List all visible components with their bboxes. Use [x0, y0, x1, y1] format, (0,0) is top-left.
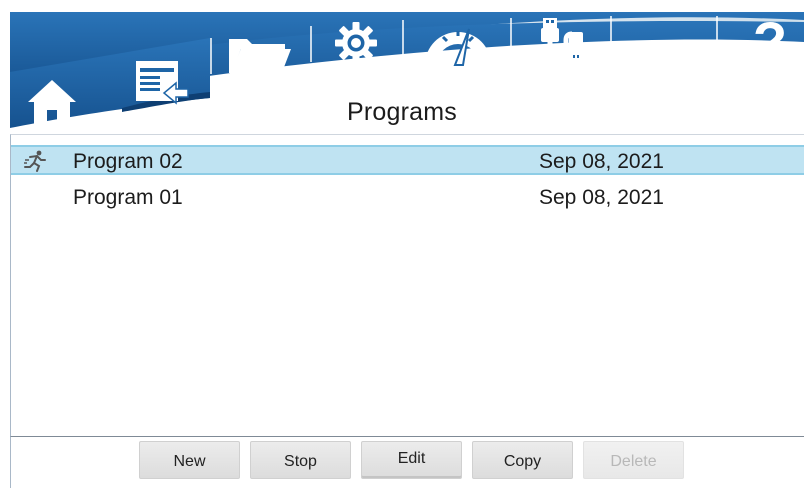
- gauge-button[interactable]: [418, 16, 498, 72]
- toolbar-divider: [310, 26, 312, 62]
- gear-icon: [335, 22, 377, 64]
- usb-cable-icon: [541, 18, 583, 69]
- program-row[interactable]: Program 01 Sep 08, 2021: [11, 183, 804, 213]
- program-row[interactable]: Program 02 Sep 08, 2021: [11, 145, 804, 175]
- toolbar-divider: [610, 16, 612, 52]
- new-button[interactable]: New: [139, 441, 240, 479]
- program-list: Program 02 Sep 08, 2021 Program 01 Sep 0…: [10, 134, 804, 437]
- program-date: Sep 08, 2021: [539, 150, 664, 173]
- toolbar-divider: [716, 16, 718, 52]
- stop-button[interactable]: Stop: [250, 441, 351, 479]
- toolbar-divider: [402, 20, 404, 56]
- help-button[interactable]: ?: [742, 12, 798, 72]
- help-icon: ?: [752, 10, 788, 73]
- running-man-icon: [24, 150, 46, 172]
- program-date: Sep 08, 2021: [539, 186, 664, 209]
- usb-button[interactable]: [524, 14, 594, 72]
- settings-button[interactable]: [328, 18, 384, 68]
- program-name: Program 01: [73, 186, 183, 209]
- toolbar-divider: [210, 38, 212, 74]
- delete-button: Delete: [583, 441, 684, 479]
- folder-button[interactable]: [224, 30, 296, 80]
- page-title: Programs: [347, 98, 457, 126]
- edit-button[interactable]: Edit: [361, 441, 462, 479]
- program-name: Program 02: [73, 150, 183, 173]
- programs-screen: ? Programs Program 02 Sep 08, 2021 Progr…: [0, 0, 804, 488]
- folder-icon: [229, 39, 291, 75]
- gauge-icon: [425, 28, 491, 66]
- copy-button[interactable]: Copy: [472, 441, 573, 479]
- action-bar: New Stop Edit Copy Delete: [10, 436, 804, 488]
- toolbar-divider: [510, 18, 512, 54]
